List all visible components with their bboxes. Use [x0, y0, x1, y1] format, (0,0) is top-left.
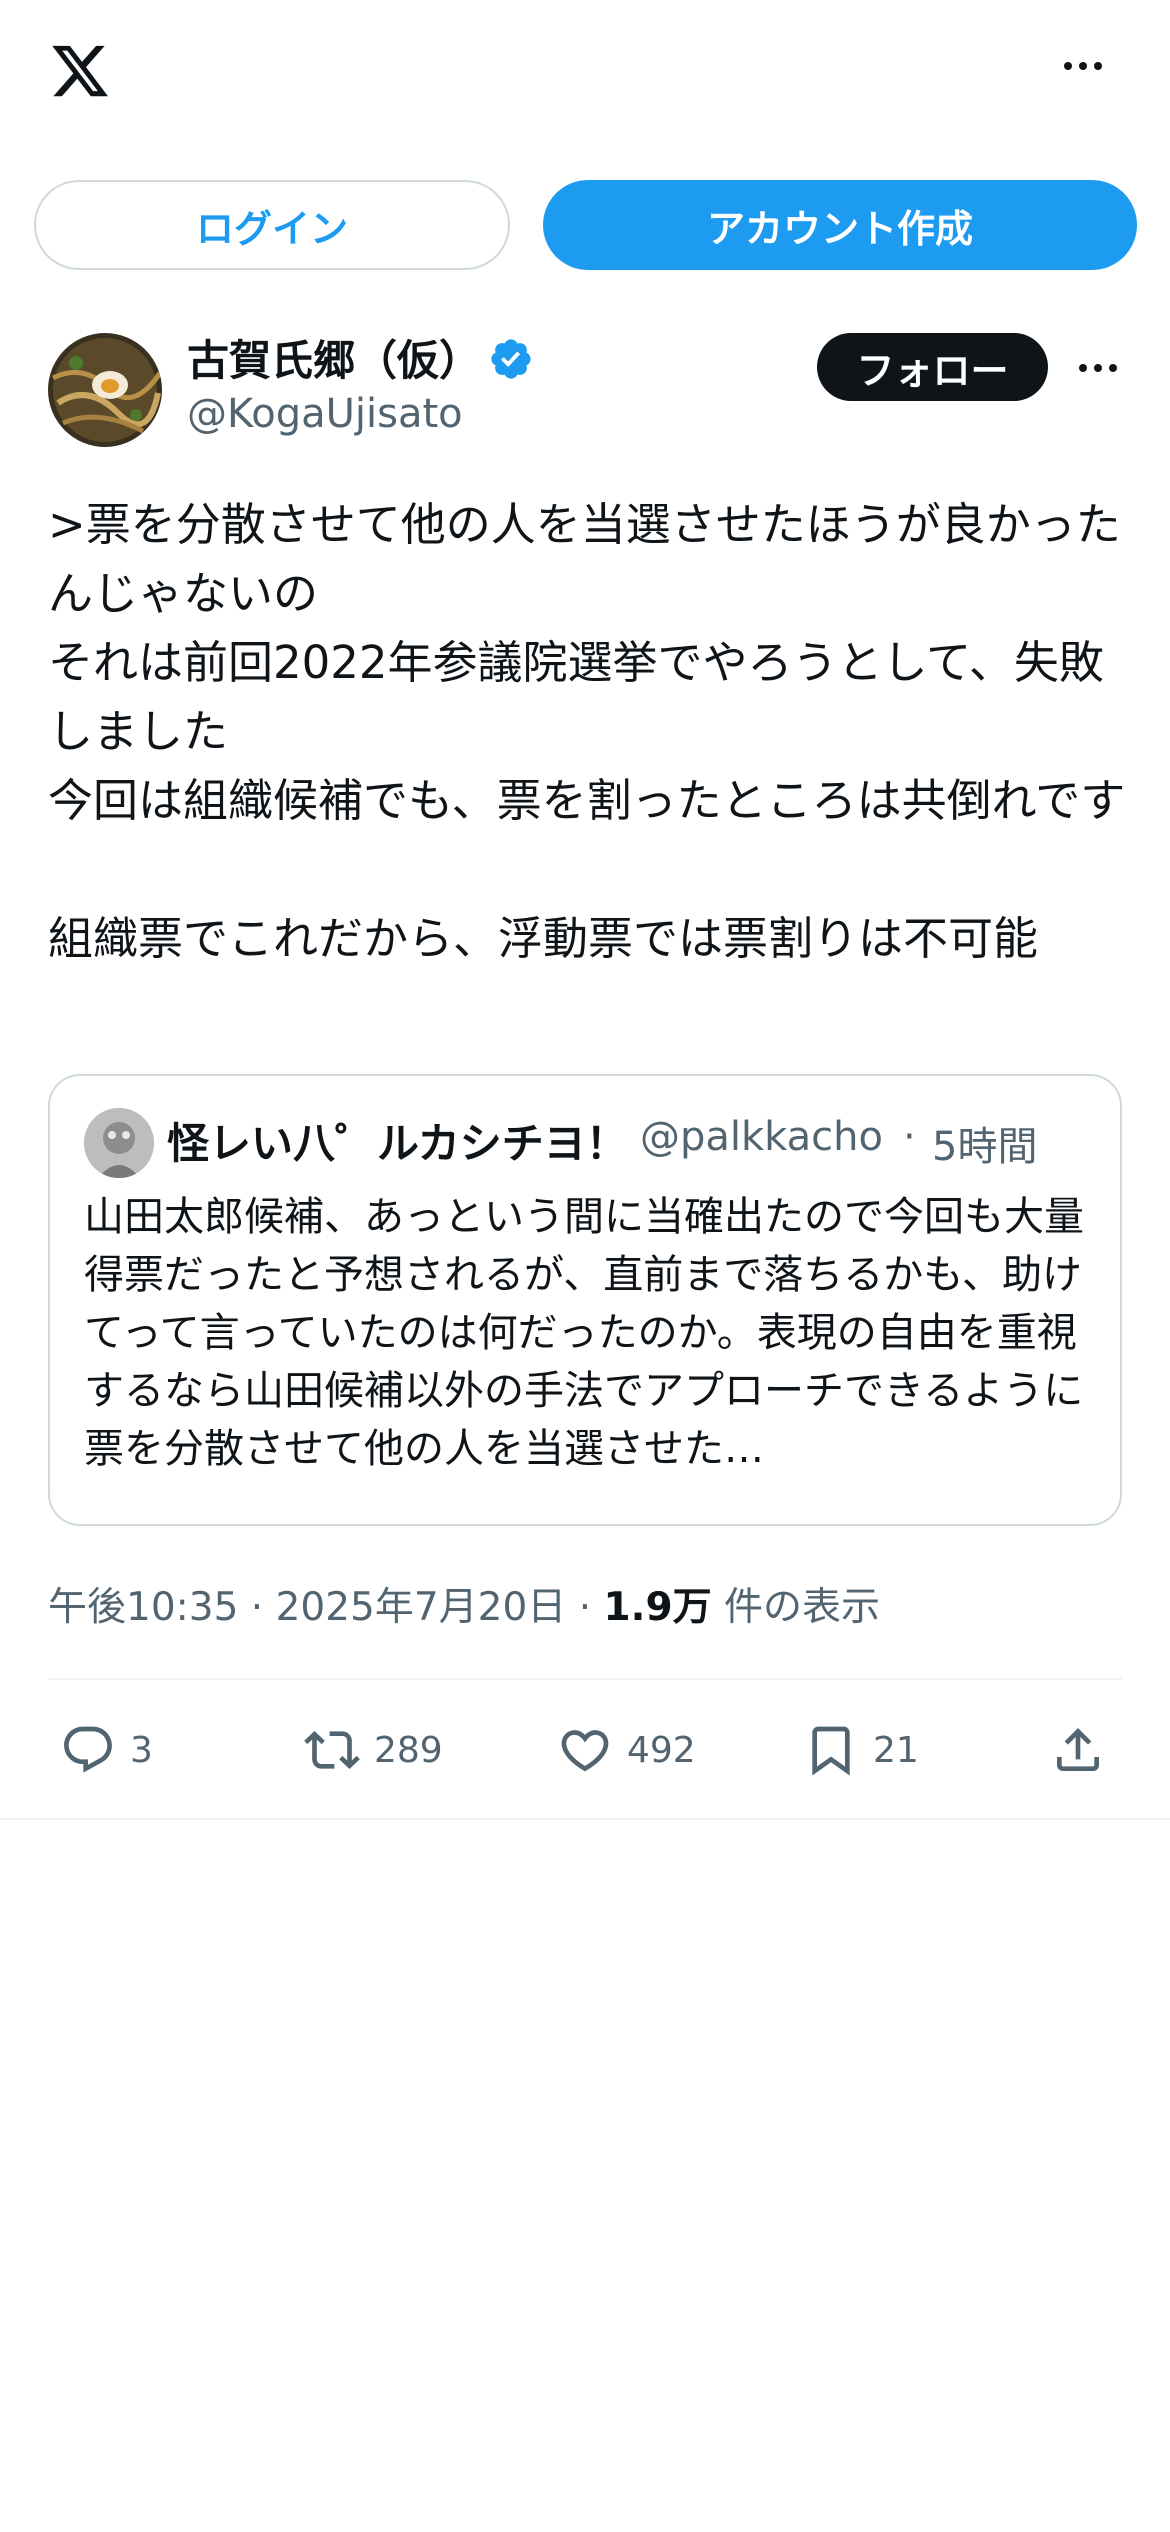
quote-author-handle: @palkkacho [640, 1114, 883, 1160]
quote-text: 山田太郎候補、あっという間に当確出たので今回も大量得票だったと予想されるが、直前… [84, 1194, 1084, 1472]
bookmark-icon [812, 1726, 850, 1776]
retweet-count: 289 [374, 1729, 443, 1771]
x-logo-icon[interactable] [46, 40, 114, 102]
view-count-label: 件の表示 [711, 1585, 881, 1630]
tweet-text: >票を分散させて他の人を当選させたほうが良かったんじゃないの それは前回2022… [48, 498, 1126, 965]
bookmark-count: 21 [873, 1729, 919, 1771]
share-button[interactable] [1050, 1718, 1106, 1782]
reply-button[interactable]: 3 [60, 1718, 153, 1782]
quote-author-name: 怪レい八゜ルカシチヨ！ [167, 1119, 628, 1168]
verified-badge-icon [491, 339, 531, 379]
meta-separator: · [566, 1585, 604, 1630]
create-account-button[interactable]: アカウント作成 [543, 180, 1137, 270]
more-options-icon[interactable] [1064, 62, 1102, 70]
retweet-icon [304, 1731, 360, 1769]
bookmark-button[interactable]: 21 [803, 1718, 919, 1782]
tweet-more-icon[interactable] [1079, 364, 1117, 372]
like-count: 492 [627, 1729, 696, 1771]
reply-count: 3 [130, 1729, 153, 1771]
retweet-button[interactable]: 289 [304, 1718, 443, 1782]
follow-button[interactable]: フォロー [817, 333, 1048, 401]
divider [48, 1678, 1122, 1680]
meta-separator: · [238, 1585, 276, 1630]
tweet-time[interactable]: 午後10:35 [48, 1585, 238, 1630]
quote-timestamp: 5時間 [932, 1124, 1038, 1170]
view-count: 1.9万 [603, 1585, 712, 1630]
heart-icon [561, 1730, 609, 1772]
author-name[interactable]: 古賀氏郷（仮） [187, 327, 481, 388]
quote-author-avatar [84, 1108, 154, 1178]
share-icon [1057, 1728, 1099, 1771]
tweet-date[interactable]: 2025年7月20日 [276, 1585, 567, 1630]
login-button[interactable]: ログイン [34, 180, 510, 270]
author-avatar[interactable] [48, 333, 162, 447]
author-handle[interactable]: @KogaUjisato [187, 391, 463, 437]
divider [0, 1818, 1170, 1820]
like-button[interactable]: 492 [557, 1718, 696, 1782]
reply-icon [64, 1726, 112, 1773]
tweet-meta: 午後10:35 · 2025年7月20日 · 1.9万 件の表示 [48, 1576, 880, 1632]
quote-separator: · [903, 1114, 916, 1160]
